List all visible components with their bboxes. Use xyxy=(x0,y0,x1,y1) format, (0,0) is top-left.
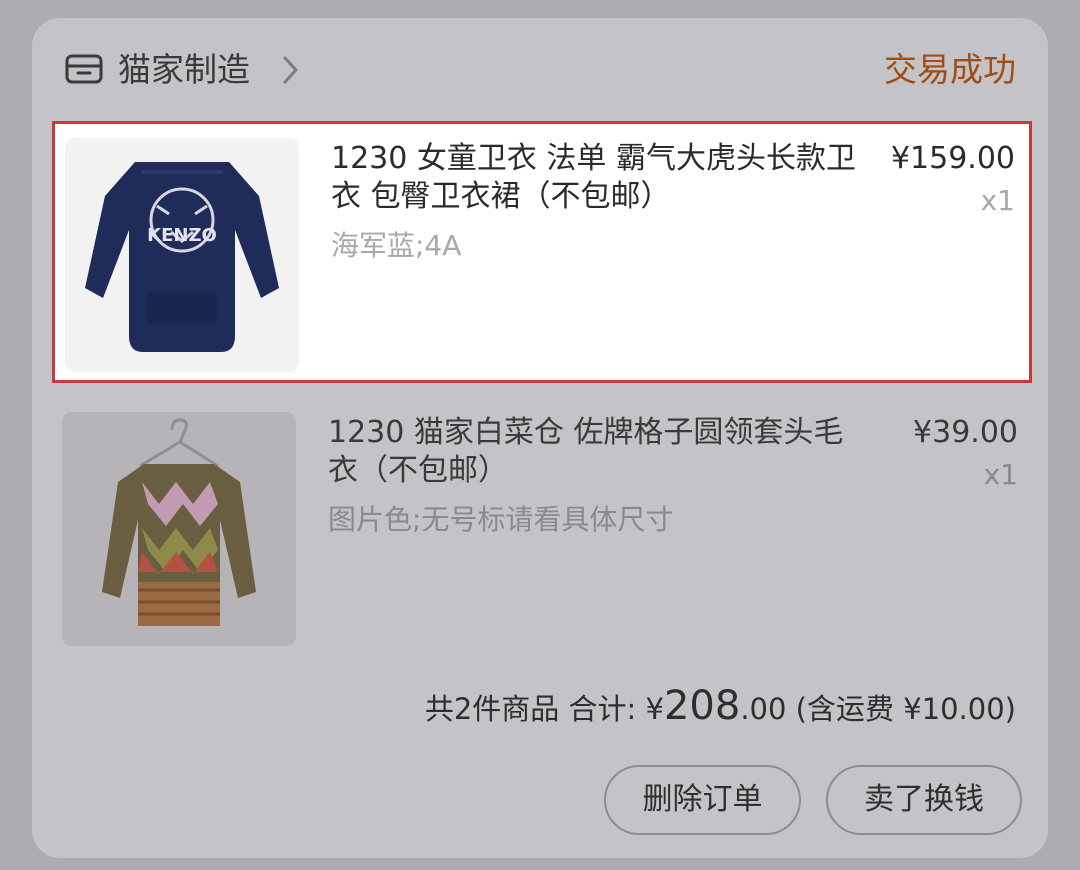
product-title[interactable]: 1230 女童卫衣 法单 霸气大虎头长款卫衣 包臀卫衣裙（不包邮） xyxy=(331,140,861,216)
order-status: 交易成功 xyxy=(884,50,1016,89)
product-price: ¥39.00 xyxy=(913,415,1018,450)
product-title[interactable]: 1230 猫家白菜仓 佐牌格子圆领套头毛衣（不包邮） xyxy=(328,414,858,490)
product-price: ¥159.00 xyxy=(890,141,1015,176)
product-quantity: x1 xyxy=(983,458,1018,491)
total-integer: 208 xyxy=(663,683,741,729)
shipping-fee: (含运费 ¥10.00) xyxy=(795,692,1016,726)
product-quantity: x1 xyxy=(980,184,1015,217)
order-summary: 共2件商品 合计: ¥208.00 (含运费 ¥10.00) xyxy=(425,678,1016,737)
item-count: 共2件商品 xyxy=(424,692,560,726)
product-item-2[interactable]: 1230 猫家白菜仓 佐牌格子圆领套头毛衣（不包邮） 图片色;无号标请看具体尺寸… xyxy=(52,398,1032,660)
product-sku: 海军蓝;4A xyxy=(331,229,462,262)
sell-for-cash-button[interactable]: 卖了换钱 xyxy=(826,765,1022,835)
total-label: 合计: xyxy=(568,692,637,726)
delete-order-button[interactable]: 删除订单 xyxy=(604,765,801,835)
svg-text:KENZO: KENZO xyxy=(147,225,217,246)
currency-symbol: ¥ xyxy=(645,692,664,726)
shop-icon[interactable] xyxy=(64,48,104,88)
chevron-right-icon[interactable] xyxy=(278,54,302,86)
argyle-sweater-image[interactable] xyxy=(62,412,296,646)
tiger-sweatshirt-image[interactable]: KENZO xyxy=(65,138,299,372)
product-item-1[interactable]: KENZO 1230 女童卫衣 法单 霸气大虎头长款卫衣 包臀卫衣裙（不包邮） … xyxy=(52,121,1032,383)
total-decimal: .00 xyxy=(740,692,787,726)
shop-name[interactable]: 猫家制造 xyxy=(118,48,250,92)
product-sku: 图片色;无号标请看具体尺寸 xyxy=(328,503,674,536)
